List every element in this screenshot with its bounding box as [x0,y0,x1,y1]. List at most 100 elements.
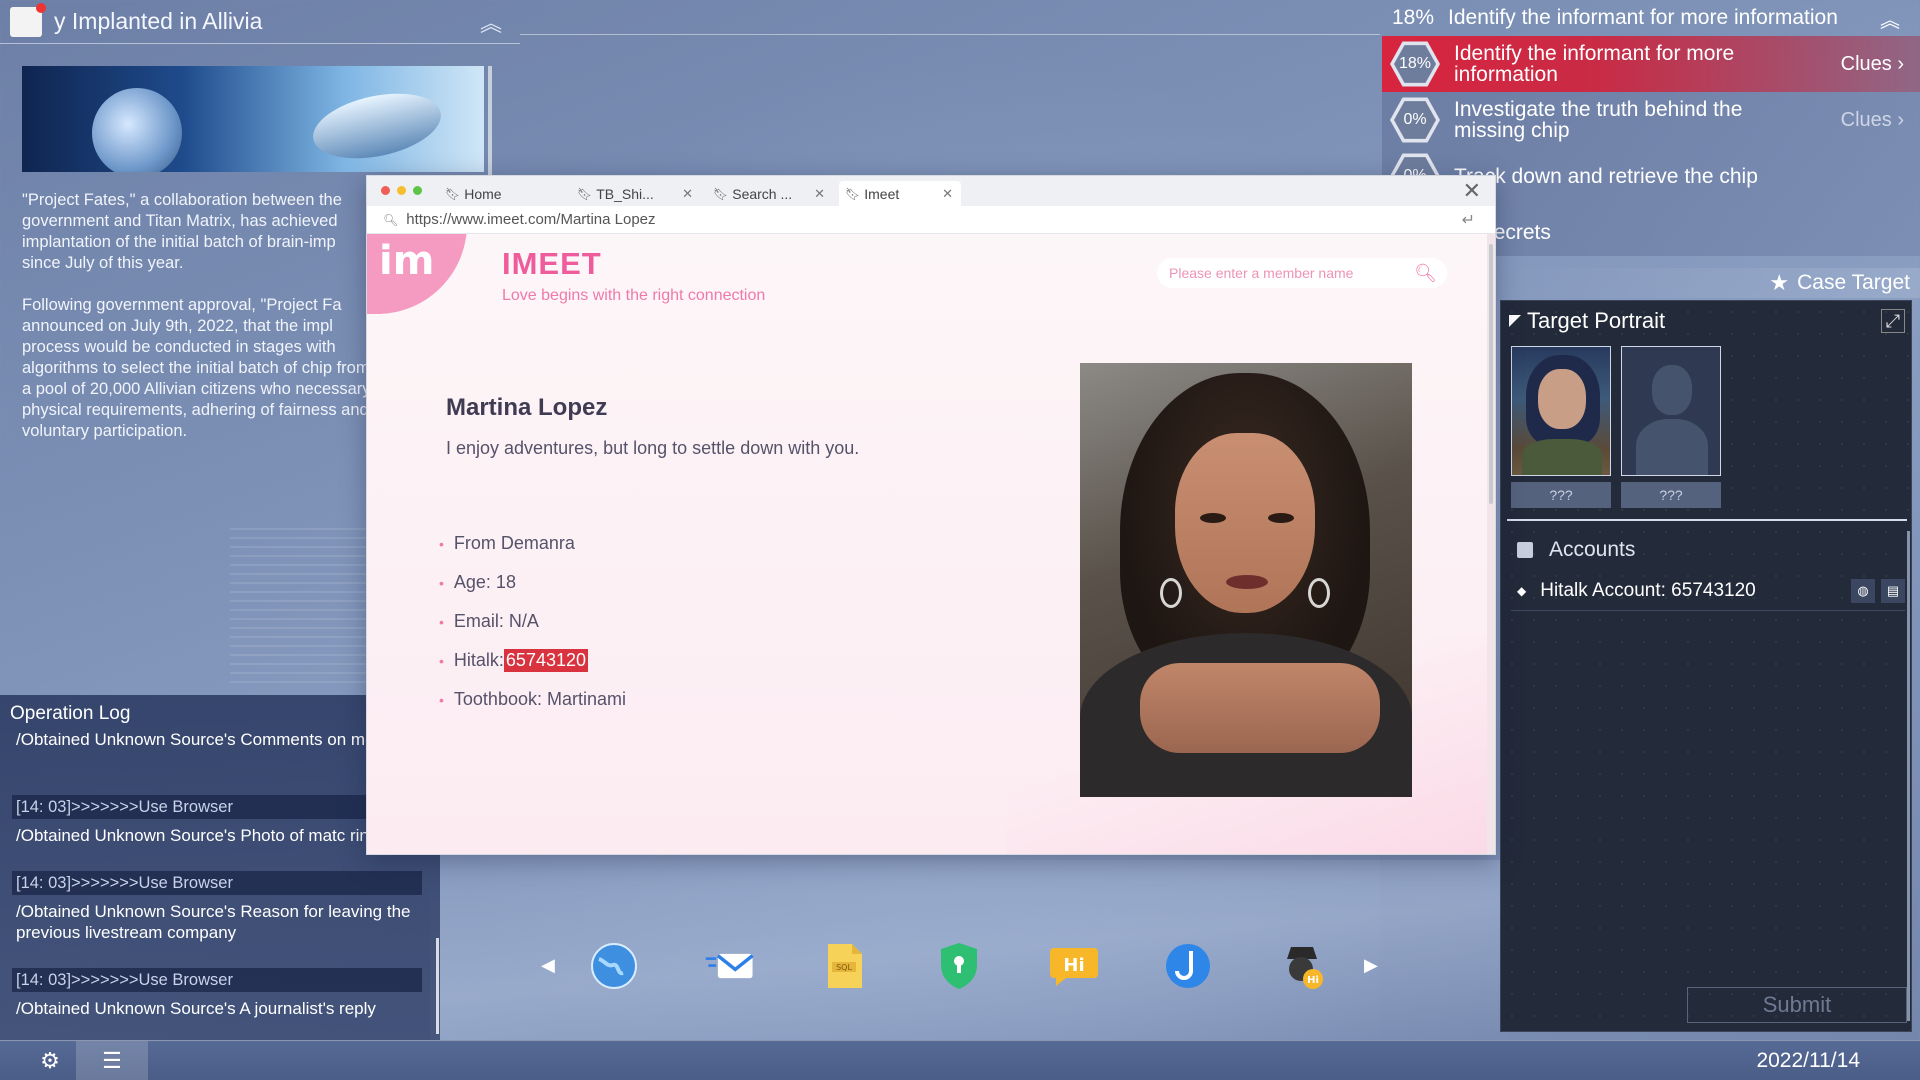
hacker-hi-icon[interactable]: Hi [1276,940,1328,992]
portrait-label: ??? [1621,482,1721,508]
oplog-entry: /Obtained Unknown Source's A journalist'… [16,998,416,1019]
news-image [22,66,484,172]
shield-icon[interactable] [933,940,985,992]
accounts-icon [1517,542,1533,558]
bookmark-icon: 🔖︎ [445,187,460,201]
photo-earring [1160,578,1182,608]
case-target-header: ★ Case Target [1500,268,1920,298]
oplog-time: [14: 03]>>>>>>>Use Browser [12,795,422,819]
progress-hex-icon: 0% [1390,95,1440,145]
taskbar: ⚙ ☰ 2022/11/14 [0,1040,1920,1080]
url-text[interactable]: https://www.imeet.com/Martina Lopez [406,211,655,228]
imeet-page: im IMEET Love begins with the right conn… [367,234,1489,855]
header-divider [520,34,1380,35]
tab-bar: 🔖︎ Home 🔖︎ TB_Shi... ✕ 🔖︎ Search ... ✕ 🔖… [367,176,1496,206]
photo-eye [1200,513,1226,523]
oplog-title: Operation Log [10,703,130,725]
sql-file-icon[interactable]: SQL [818,940,870,992]
tab-close-icon[interactable]: ✕ [682,186,693,202]
profile-toothbook: Toothbook: Martinami [439,680,626,719]
mail-icon[interactable] [704,940,756,992]
corner-icon [1509,315,1521,327]
task-list-icon[interactable]: ☰ [76,1041,148,1080]
tab-imeet[interactable]: 🔖︎ Imeet ✕ [839,181,961,206]
case-target-label: Case Target [1797,271,1910,295]
sidebar-scrollbar[interactable] [1907,531,1910,1021]
bookmark-icon: 🔖︎ [577,187,592,201]
oplog-entry: /Obtained Unknown Source's Comments on m… [16,729,416,750]
document-icon[interactable]: ▤ [1881,579,1905,603]
portrait-slot-1[interactable] [1511,346,1611,476]
site-tagline: Love begins with the right connection [502,287,765,305]
profile-fields: From Demanra Age: 18 Email: N/A Hitalk: … [439,524,626,719]
search-icon: 🔍︎ [383,213,398,227]
hitalk-value-highlight[interactable]: 65743120 [504,649,588,672]
globe-icon[interactable] [588,940,640,992]
portrait-slot-2[interactable] [1621,346,1721,476]
oplog-scrollbar[interactable] [436,938,439,1034]
svg-text:Hi: Hi [1307,975,1319,986]
case-target-panel: Target Portrait ⤢ ??? ??? Accounts ◆ Hit… [1500,300,1912,1032]
progress-hex-icon: 18% [1390,39,1440,89]
tab-label: Imeet [864,186,899,202]
tab-search[interactable]: 🔖︎ Search ... ✕ [707,181,833,206]
diamond-bullet-icon: ◆ [1517,584,1526,598]
clues-link[interactable]: Clues › [1841,109,1904,132]
quest-text: en secrets [1454,222,1774,243]
portrait-face [1538,369,1586,429]
window-close-dot[interactable] [381,186,390,195]
tab-label: Search ... [732,186,792,202]
search-input[interactable]: Please enter a member name [1169,265,1353,281]
quest-summary-text: Identify the informant for more informat… [1448,6,1838,30]
quest-text: Track down and retrieve the chip [1454,166,1774,187]
expand-icon[interactable]: ⤢ [1881,309,1905,333]
tab-tb-shi[interactable]: 🔖︎ TB_Shi... ✕ [571,181,701,206]
window-maximize-dot[interactable] [413,186,422,195]
enter-icon[interactable]: ↵ [1462,210,1475,230]
collapse-icon[interactable]: ︽ [480,6,502,38]
quest-item[interactable]: 18% Identify the informant for more info… [1382,36,1920,92]
tab-label: Home [464,186,501,202]
imeet-logo[interactable]: im [367,234,467,314]
globe-icon[interactable]: ◍ [1851,579,1875,603]
tab-home[interactable]: 🔖︎ Home [439,181,565,206]
chip-illustration [307,83,447,169]
window-minimize-dot[interactable] [397,186,406,195]
search-icon[interactable]: 🔍︎ [1414,263,1437,284]
dock-next-arrow[interactable]: ▶ [1364,955,1378,976]
submit-button[interactable]: Submit [1687,987,1907,1023]
photo-arms [1140,663,1380,753]
dock-prev-arrow[interactable]: ◀ [541,955,555,976]
hitalk-label: Hitalk: [454,650,504,671]
quest-item[interactable]: 0% Investigate the truth behind the miss… [1382,92,1920,148]
system-date: 2022/11/14 [1756,1049,1860,1073]
star-icon: ★ [1769,270,1789,296]
clues-link[interactable]: Clues › [1841,53,1904,76]
silhouette-body [1636,419,1708,476]
account-row: ◆ Hitalk Account: 65743120 ◍ ▤ [1511,571,1905,611]
profile-photo[interactable] [1080,363,1412,797]
page-scrollbar[interactable] [1487,234,1495,855]
hi-chat-icon[interactable]: Hi [1048,940,1100,992]
oplog-entry: /Obtained Unknown Source's Reason for le… [16,901,416,943]
member-search[interactable]: Please enter a member name 🔍︎ [1157,258,1447,288]
bookmark-icon: 🔖︎ [845,187,860,201]
collapse-quests-icon[interactable]: ︽ [1880,4,1900,33]
close-window-icon[interactable]: ✕ [1463,178,1481,204]
profile-bio: I enjoy adventures, but long to settle d… [446,438,859,459]
accounts-header: Accounts [1517,538,1635,562]
tab-close-icon[interactable]: ✕ [814,186,825,202]
address-bar[interactable]: 🔍︎ https://www.imeet.com/Martina Lopez ↵ [367,206,1496,234]
photo-eye [1268,513,1294,523]
account-label: Hitalk Account: 65743120 [1540,580,1756,602]
target-portrait-header: Target Portrait ⤢ [1509,307,1905,335]
quest-summary[interactable]: 18% Identify the informant for more info… [1380,0,1920,36]
svg-text:SQL: SQL [836,963,852,972]
tab-label: TB_Shi... [596,186,654,202]
portrait-body [1522,439,1602,476]
oplog-time: [14: 03]>>>>>>>Use Browser [12,968,422,992]
target-portrait-title: Target Portrait [1527,308,1665,334]
hook-icon[interactable] [1162,940,1214,992]
photo-lips [1226,575,1268,589]
tab-close-icon[interactable]: ✕ [942,186,953,202]
